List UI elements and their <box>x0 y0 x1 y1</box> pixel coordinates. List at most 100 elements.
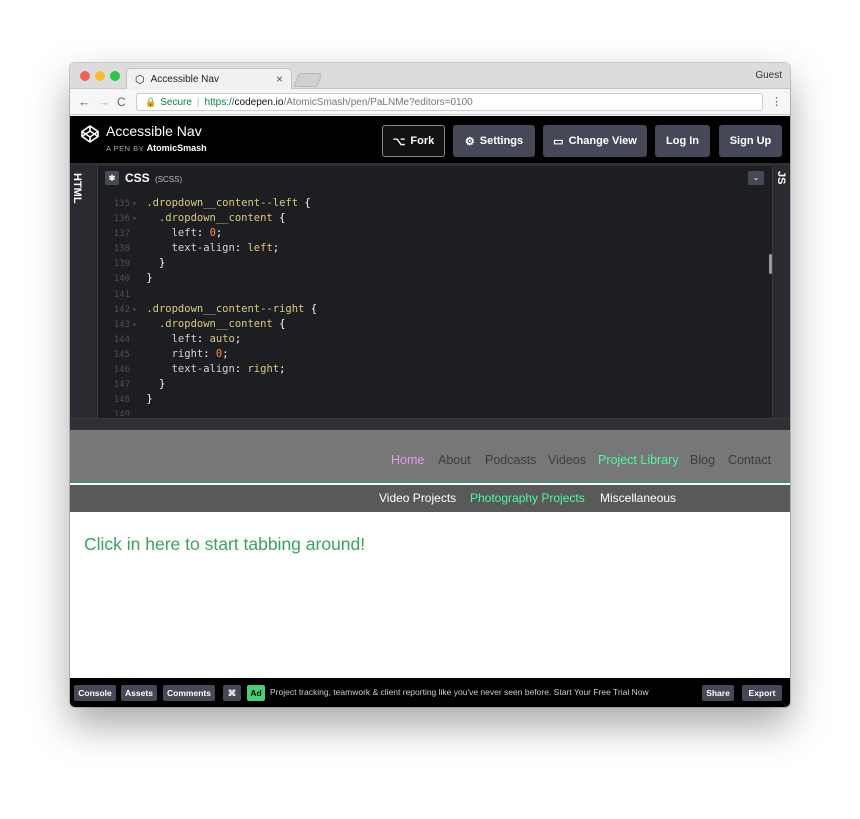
css-code-editor[interactable]: 135 ▾ .dropdown__content--left {136 ▾ .dro… <box>98 196 772 416</box>
settings-label: Settings <box>479 135 524 147</box>
url-scheme: https:// <box>204 96 235 108</box>
url-host: codepen.io <box>234 96 284 108</box>
codepen-logo-icon[interactable] <box>80 124 100 144</box>
line-number: 137 <box>113 229 130 240</box>
line-number: 147 <box>113 380 130 391</box>
forward-icon[interactable]: → <box>97 94 110 109</box>
browser-tab[interactable]: ⬡ Accessible Nav × <box>126 68 292 89</box>
code-line[interactable]: 137 left: 0; <box>98 226 772 241</box>
nav-link-home[interactable]: Home <box>391 453 424 467</box>
fold-arrow-icon[interactable]: ▾ <box>132 302 140 317</box>
tab-close-icon[interactable]: × <box>276 72 283 86</box>
fold-arrow-icon[interactable]: ▾ <box>132 196 140 211</box>
line-number: 139 <box>113 259 130 270</box>
code-line[interactable]: 135 ▾ .dropdown__content--left { <box>98 196 772 211</box>
css-settings-gear-icon[interactable]: ✱ <box>105 171 119 185</box>
nav-link-videos[interactable]: Videos <box>548 453 586 467</box>
subnav-link-photography-projects[interactable]: Photography Projects <box>470 491 585 505</box>
byline-prefix: A PEN BY <box>106 144 145 153</box>
codepen-header: Accessible Nav A PEN BY AtomicSmash ⌥ For… <box>70 116 790 163</box>
css-title: CSS <box>125 171 150 185</box>
new-tab-button[interactable] <box>293 73 323 87</box>
preview-pane[interactable]: Home About Podcasts Videos Project Libra… <box>70 430 790 678</box>
fork-label: Fork <box>410 135 435 147</box>
fork-button[interactable]: ⌥ Fork <box>382 125 445 157</box>
keyboard-shortcuts-icon[interactable]: ⌘ <box>223 685 241 701</box>
code-line[interactable]: 141 <box>98 287 772 302</box>
share-button[interactable]: Share <box>702 685 734 701</box>
code-text: text-align: left; <box>171 242 280 255</box>
nav-link-project-library[interactable]: Project Library <box>598 453 679 467</box>
line-number: 135 <box>113 199 130 209</box>
subnav-link-video-projects[interactable]: Video Projects <box>379 491 456 505</box>
nav-link-about[interactable]: About <box>438 453 471 467</box>
css-editor-title: CSS (SCSS) <box>125 171 182 185</box>
change-view-button[interactable]: ▭ Change View <box>543 125 647 157</box>
export-button[interactable]: Export <box>742 685 782 701</box>
ad-badge: Ad <box>247 685 265 701</box>
fold-arrow-icon[interactable]: ▾ <box>132 211 140 226</box>
html-editor-collapsed[interactable]: HTML <box>70 166 98 421</box>
code-line[interactable]: 149 <box>98 407 772 416</box>
css-preprocessor: (SCSS) <box>155 175 183 184</box>
url-separator: | <box>196 96 200 108</box>
editor-resize-handle[interactable] <box>70 418 790 430</box>
nav-link-blog[interactable]: Blog <box>690 453 715 467</box>
pen-byline: A PEN BY AtomicSmash <box>106 143 207 153</box>
signup-button[interactable]: Sign Up <box>719 125 782 157</box>
subnav-link-miscellaneous[interactable]: Miscellaneous <box>600 491 676 505</box>
url-input[interactable]: 🔒 Secure | https://codepen.io/AtomicSmas… <box>136 93 763 111</box>
code-line[interactable]: 145 right: 0; <box>98 347 772 362</box>
zoom-window-button[interactable] <box>110 71 120 81</box>
close-window-button[interactable] <box>80 71 90 81</box>
code-line[interactable]: 146 text-align: right; <box>98 362 772 377</box>
code-line[interactable]: 138 text-align: left; <box>98 241 772 256</box>
signup-label: Sign Up <box>729 135 772 147</box>
js-editor-label: JS <box>775 171 787 185</box>
code-text: text-align: right; <box>171 363 286 376</box>
nav-link-podcasts[interactable]: Podcasts <box>485 453 536 467</box>
login-button[interactable]: Log In <box>655 125 710 157</box>
code-line[interactable]: 144 left: auto; <box>98 332 772 347</box>
js-editor-collapsed[interactable]: JS <box>772 166 790 421</box>
minimize-window-button[interactable] <box>95 71 105 81</box>
back-icon[interactable]: ← <box>78 94 91 109</box>
code-text: left: 0; <box>171 227 223 240</box>
line-number: 143 <box>113 319 130 330</box>
line-number: 136 <box>113 214 130 225</box>
code-line[interactable]: 142 ▾ .dropdown__content--right { <box>98 302 772 317</box>
html-editor-label: HTML <box>71 173 83 204</box>
line-number: 148 <box>113 395 130 406</box>
codepen-footer: Console Assets Comments ⌘ Ad Project tra… <box>70 678 790 707</box>
code-line[interactable]: 148 } <box>98 392 772 407</box>
fold-arrow-icon[interactable]: ▾ <box>132 317 140 332</box>
ad-link[interactable]: Project tracking, teamwork & client repo… <box>270 687 649 697</box>
editor-area: HTML ✱ CSS (SCSS) ⌄ 135 ▾ .dropdown__cont… <box>70 163 790 421</box>
assets-button[interactable]: Assets <box>121 685 157 701</box>
comments-button[interactable]: Comments <box>163 685 215 701</box>
console-button[interactable]: Console <box>74 685 116 701</box>
line-number: 142 <box>113 304 130 315</box>
code-line[interactable]: 139 } <box>98 256 772 271</box>
code-line[interactable]: 143 ▾ .dropdown__content { <box>98 317 772 332</box>
login-label: Log In <box>666 135 699 147</box>
code-text: } <box>158 257 166 270</box>
browser-menu-icon[interactable]: ⋮ <box>771 95 782 108</box>
change-view-label: Change View <box>568 135 637 147</box>
reload-icon[interactable]: C <box>117 95 126 109</box>
tabbing-hint: Click in here to start tabbing around! <box>84 534 366 554</box>
settings-button[interactable]: ⚙ Settings <box>453 125 535 157</box>
code-line[interactable]: 136 ▾ .dropdown__content { <box>98 211 772 226</box>
nav-link-contact[interactable]: Contact <box>728 453 771 467</box>
css-editor-header: ✱ CSS (SCSS) ⌄ <box>98 166 772 190</box>
profile-label[interactable]: Guest <box>755 70 782 81</box>
code-text: .dropdown__content--right { <box>146 302 318 315</box>
code-text: left: auto; <box>171 332 242 345</box>
line-number: 146 <box>113 365 130 376</box>
code-line[interactable]: 140 } <box>98 271 772 286</box>
chevron-down-icon[interactable]: ⌄ <box>748 171 764 185</box>
author-link[interactable]: AtomicSmash <box>147 143 207 153</box>
code-line[interactable]: 147 } <box>98 377 772 392</box>
